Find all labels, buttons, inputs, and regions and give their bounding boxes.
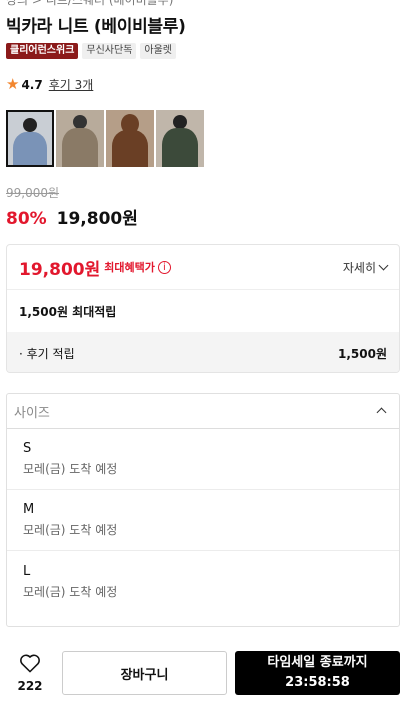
size-delivery: 모레(금) 도착 예정 [23,462,118,476]
size-name: S [23,441,32,456]
thumbnail[interactable] [6,110,54,167]
heart-icon [20,654,40,673]
benefit-box: 19,800원 최대혜택가 i 자세히 1,500원 최대적립 · 후기 적립 … [6,244,400,373]
benefit-header: 19,800원 최대혜택가 i 자세히 [7,245,399,290]
info-icon[interactable]: i [157,260,171,274]
chevron-up-icon [376,407,387,418]
product-title: 빅카라 니트 (베이비블루) [6,17,186,37]
size-select: 사이즈 S 모레(금) 도착 예정 M 모레(금) 도착 예정 L 모레(금) … [6,393,400,627]
size-placeholder: 사이즈 [14,405,50,421]
badge-clearance: 클리어런스위크 [6,43,79,59]
size-name: L [23,563,31,579]
thumbnail[interactable] [56,110,104,167]
sale-price: 19,800원 [56,209,138,229]
chevron-down-icon [378,260,389,271]
size-delivery: 모레(금) 도착 예정 [23,523,118,537]
max-benefit-label: 최대혜택가 [104,261,155,274]
review-points-value: 1,500원 [338,346,387,361]
size-name: M [23,502,35,517]
badge-list: 클리어런스위크 무신사단독 아울렛 [6,43,177,59]
thumbnail[interactable] [106,110,154,167]
max-benefit-price: 19,800원 [19,259,101,280]
cart-button[interactable]: 장바구니 [62,651,227,695]
size-option[interactable]: L 모레(금) 도착 예정 [7,551,399,612]
rating-score: 4.7 [21,77,43,92]
like-count: 222 [17,679,43,693]
review-link[interactable]: 후기 3개 [49,76,94,93]
review-points-label: · 후기 적립 [19,346,75,361]
discount-rate: 80% [6,209,47,229]
detail-toggle[interactable]: 자세히 [342,259,389,276]
size-option[interactable]: M 모레(금) 도착 예정 [7,490,399,551]
points-row: 1,500원 최대적립 [19,304,117,319]
size-select-header[interactable]: 사이즈 [7,394,399,429]
like-button[interactable]: 222 [8,653,52,693]
original-price: 99,000원 [6,186,60,200]
breadcrumb[interactable]: 상의 > 니트/스웨터 (베이비블루) [6,0,173,8]
star-icon: ★ [6,75,20,93]
timesale-countdown: 23:58:58 [285,675,350,690]
badge-exclusive: 무신사단독 [82,43,137,59]
rating: ★ 4.7 후기 3개 [6,76,93,93]
thumbnail[interactable] [156,110,204,167]
size-option[interactable]: S 모레(금) 도착 예정 [7,429,399,490]
sale-price-row: 80% 19,800원 [6,204,138,229]
bottom-bar: 222 장바구니 타임세일 종료까지 23:58:58 [0,651,412,695]
detail-label: 자세히 [342,260,376,275]
review-points-row: · 후기 적립 1,500원 [7,332,399,372]
badge-outlet: 아울렛 [140,43,177,59]
buy-button[interactable]: 타임세일 종료까지 23:58:58 [235,651,400,695]
size-delivery: 모레(금) 도착 예정 [23,584,118,599]
thumbnail-list [6,110,204,167]
timesale-label: 타임세일 종료까지 [267,655,368,670]
